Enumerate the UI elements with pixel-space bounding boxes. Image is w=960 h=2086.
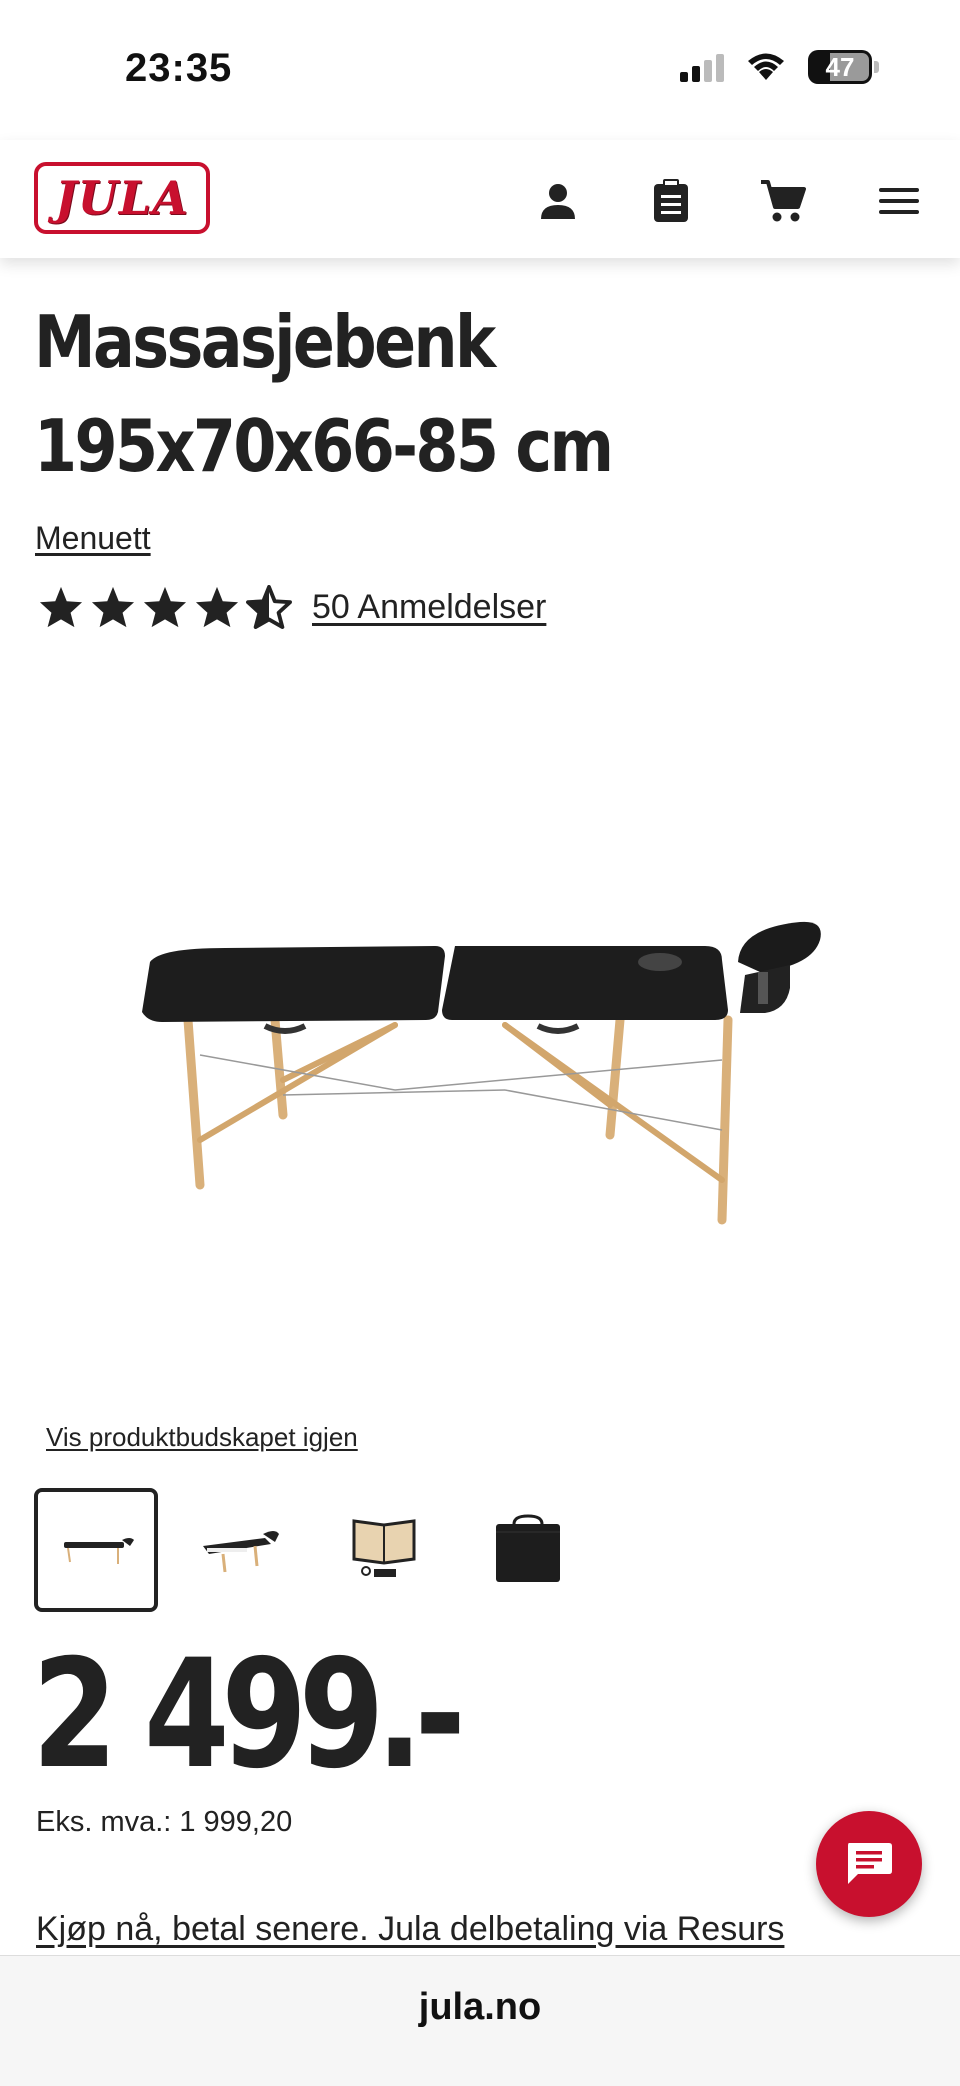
product-thumbnails <box>34 1488 590 1612</box>
pay-later-link[interactable]: Kjøp nå, betal senere. Jula delbetaling … <box>36 1910 784 1949</box>
chat-button[interactable] <box>816 1811 922 1917</box>
url-text: jula.no <box>418 1986 542 2028</box>
rating-stars <box>38 585 292 629</box>
price-ex-vat: Eks. mva.: 1 999,20 <box>36 1806 292 1839</box>
product-title: Massasjebenk 195x70x66-85 cm <box>34 300 614 488</box>
star-icon <box>39 586 83 628</box>
product-image-massage-table[interactable] <box>100 880 860 1240</box>
status-time: 23:35 <box>125 46 233 90</box>
ex-vat-value: 1 999,20 <box>179 1806 293 1838</box>
status-bar: 23:35 47 <box>0 0 960 140</box>
show-product-message-link[interactable]: Vis produktbudskapet igjen <box>46 1422 358 1453</box>
wifi-icon <box>748 53 784 80</box>
brand-link[interactable]: Menuett <box>35 520 151 557</box>
shopping-list-icon[interactable] <box>648 178 694 224</box>
cart-icon[interactable] <box>760 178 806 224</box>
star-icon <box>143 586 187 628</box>
reviews-link[interactable]: 50 Anmeldelser <box>312 588 546 627</box>
logo-text: JULA <box>55 171 189 225</box>
battery-icon: 47 <box>808 50 879 84</box>
account-icon[interactable] <box>535 178 581 224</box>
thumbnail-massage-table-angle[interactable] <box>178 1488 302 1612</box>
thumbnail-massage-table-side[interactable] <box>34 1488 158 1612</box>
signal-icon <box>680 52 724 82</box>
battery-level-text: 47 <box>825 51 855 82</box>
half-star-icon <box>246 585 292 629</box>
star-icon <box>195 586 239 628</box>
product-price: 2 499.- <box>32 1628 466 1802</box>
star-icon <box>91 586 135 628</box>
ex-vat-label: Eks. mva.: <box>36 1806 172 1838</box>
product-rating[interactable]: 50 Anmeldelser <box>38 585 546 629</box>
jula-logo[interactable]: JULA <box>34 162 210 234</box>
menu-icon[interactable] <box>876 178 922 224</box>
thumbnail-carry-bag[interactable] <box>466 1488 590 1612</box>
status-icons: 47 <box>680 50 879 84</box>
chat-icon <box>848 1843 892 1884</box>
browser-url-bar[interactable]: jula.no <box>0 1955 960 2086</box>
thumbnail-massage-table-accessories[interactable] <box>322 1488 446 1612</box>
site-header: JULA <box>0 140 960 258</box>
